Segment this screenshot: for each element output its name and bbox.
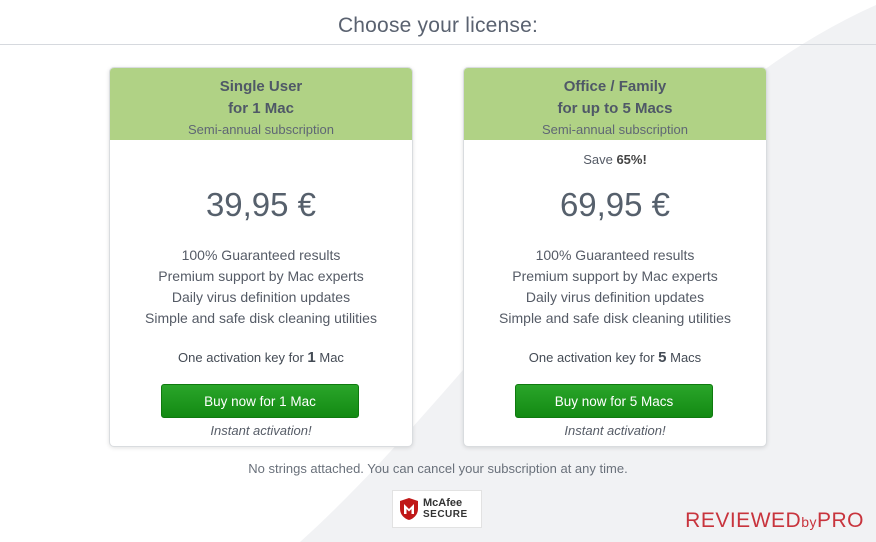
savings-label: Save 65%! bbox=[464, 152, 766, 167]
instant-activation-label: Instant activation! bbox=[564, 423, 666, 438]
feature-item: 100% Guaranteed results bbox=[535, 247, 695, 263]
plan-name-line2: for up to 5 Macs bbox=[557, 100, 673, 117]
plan-name: Office / Family for up to 5 Macs bbox=[464, 68, 766, 120]
plan-card-office-family: Office / Family for up to 5 Macs Semi-an… bbox=[463, 67, 767, 447]
feature-item: Daily virus definition updates bbox=[525, 289, 705, 305]
watermark-tail: PRO bbox=[816, 509, 864, 532]
plan-name-line1: Single User bbox=[219, 78, 303, 95]
plan-card-header: Single User for 1 Mac Semi-annual subscr… bbox=[110, 68, 412, 140]
feature-list: 100% Guaranteed results Premium support … bbox=[464, 245, 766, 329]
activation-count: 5 bbox=[658, 349, 667, 366]
feature-item: 100% Guaranteed results bbox=[181, 247, 341, 263]
page-title: Choose your license: bbox=[337, 14, 539, 37]
activation-unit: Macs bbox=[670, 350, 702, 365]
savings-value: 65%! bbox=[616, 152, 647, 167]
plan-name: Single User for 1 Mac bbox=[110, 68, 412, 120]
plan-card-single-user: Single User for 1 Mac Semi-annual subscr… bbox=[109, 67, 413, 447]
activation-count: 1 bbox=[307, 349, 316, 366]
activation-info: One activation key for 5 Macs bbox=[464, 349, 766, 366]
watermark-by: by bbox=[801, 514, 817, 530]
mcafee-secure-text: SECURE bbox=[423, 509, 468, 520]
buy-now-5-macs-button[interactable]: Buy now for 5 Macs bbox=[515, 384, 713, 418]
plan-period: Semi-annual subscription bbox=[188, 122, 334, 137]
activation-prefix: One activation key for bbox=[178, 350, 304, 365]
cancel-anytime-note: No strings attached. You can cancel your… bbox=[248, 461, 628, 476]
feature-item: Daily virus definition updates bbox=[171, 289, 351, 305]
activation-info: One activation key for 1 Mac bbox=[110, 349, 412, 366]
buy-now-1-mac-button[interactable]: Buy now for 1 Mac bbox=[161, 384, 359, 418]
mcafee-secure-badge[interactable]: McAfee SECURE bbox=[392, 490, 482, 528]
feature-list: 100% Guaranteed results Premium support … bbox=[110, 245, 412, 329]
activation-unit: Mac bbox=[319, 350, 344, 365]
reviewedbypro-watermark: REVIEWEDbyPRO bbox=[685, 509, 864, 533]
savings-prefix: Save bbox=[583, 152, 613, 167]
plan-price: 39,95 € bbox=[205, 186, 317, 223]
feature-item: Premium support by Mac experts bbox=[158, 268, 364, 284]
plan-price: 69,95 € bbox=[559, 186, 671, 223]
instant-activation-label: Instant activation! bbox=[210, 423, 312, 438]
plan-card-header: Office / Family for up to 5 Macs Semi-an… bbox=[464, 68, 766, 140]
feature-item: Simple and safe disk cleaning utilities bbox=[145, 310, 377, 326]
activation-prefix: One activation key for bbox=[528, 350, 655, 365]
plan-period: Semi-annual subscription bbox=[542, 122, 688, 137]
plan-name-line2: for 1 Mac bbox=[228, 100, 294, 117]
feature-item: Simple and safe disk cleaning utilities bbox=[499, 310, 731, 326]
mcafee-shield-icon bbox=[400, 498, 418, 520]
title-divider bbox=[0, 44, 876, 45]
mcafee-brand-text: McAfee bbox=[423, 497, 463, 509]
plan-name-line1: Office / Family bbox=[563, 78, 667, 95]
feature-item: Premium support by Mac experts bbox=[512, 268, 718, 284]
watermark-main: REVIEWED bbox=[685, 509, 802, 532]
